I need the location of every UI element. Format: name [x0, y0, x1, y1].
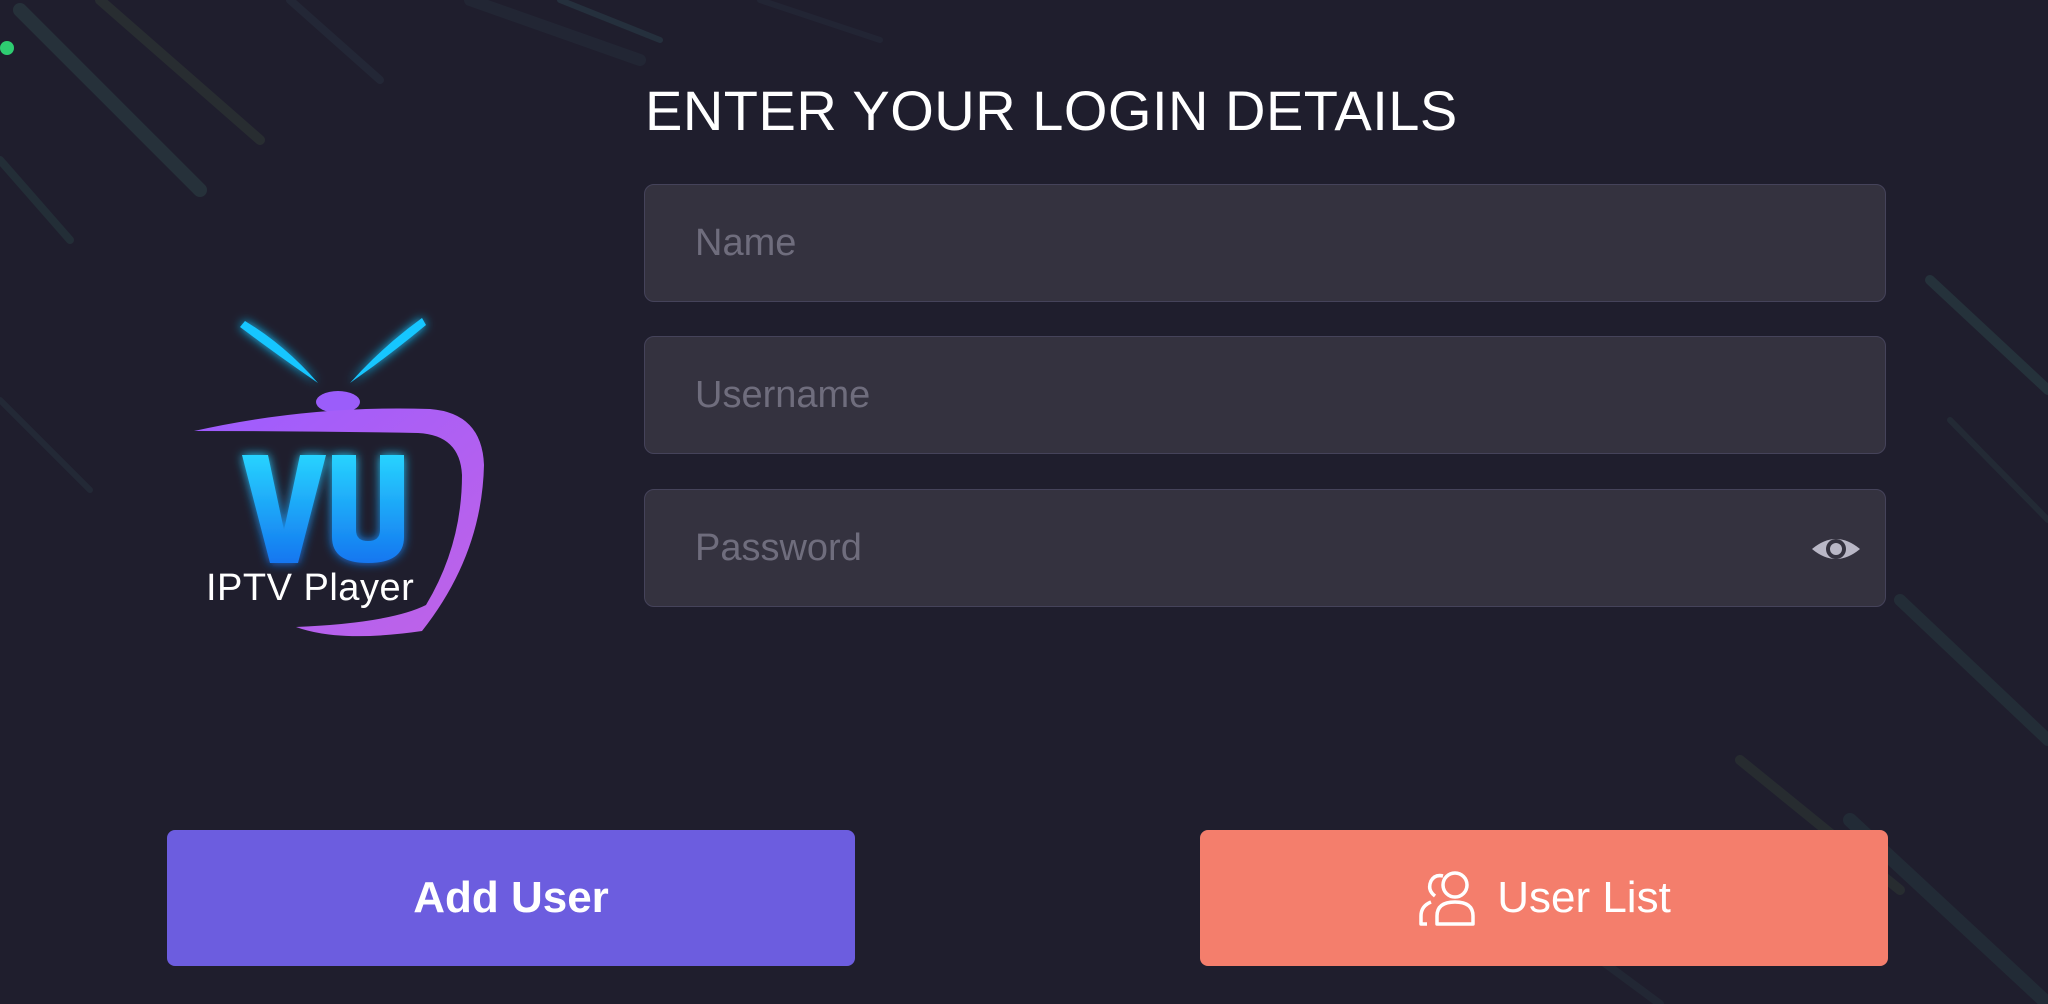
page-title: ENTER YOUR LOGIN DETAILS [645, 79, 1458, 142]
logo-subtitle: IPTV Player [206, 567, 415, 609]
app-logo: IPTV Player [190, 305, 500, 645]
password-field[interactable] [644, 489, 1886, 607]
password-visibility-toggle[interactable] [1809, 523, 1863, 575]
user-list-label: User List [1497, 873, 1671, 922]
add-user-label: Add User [413, 873, 609, 922]
name-input[interactable] [695, 185, 1775, 301]
username-field[interactable] [644, 336, 1886, 454]
users-icon [1419, 871, 1475, 926]
status-indicator-dot [0, 41, 14, 55]
password-input[interactable] [695, 490, 1775, 606]
add-user-button[interactable]: Add User [167, 830, 855, 966]
name-field[interactable] [644, 184, 1886, 302]
eye-icon [1812, 539, 1860, 559]
user-list-button[interactable]: User List [1200, 830, 1888, 966]
username-input[interactable] [695, 337, 1775, 453]
